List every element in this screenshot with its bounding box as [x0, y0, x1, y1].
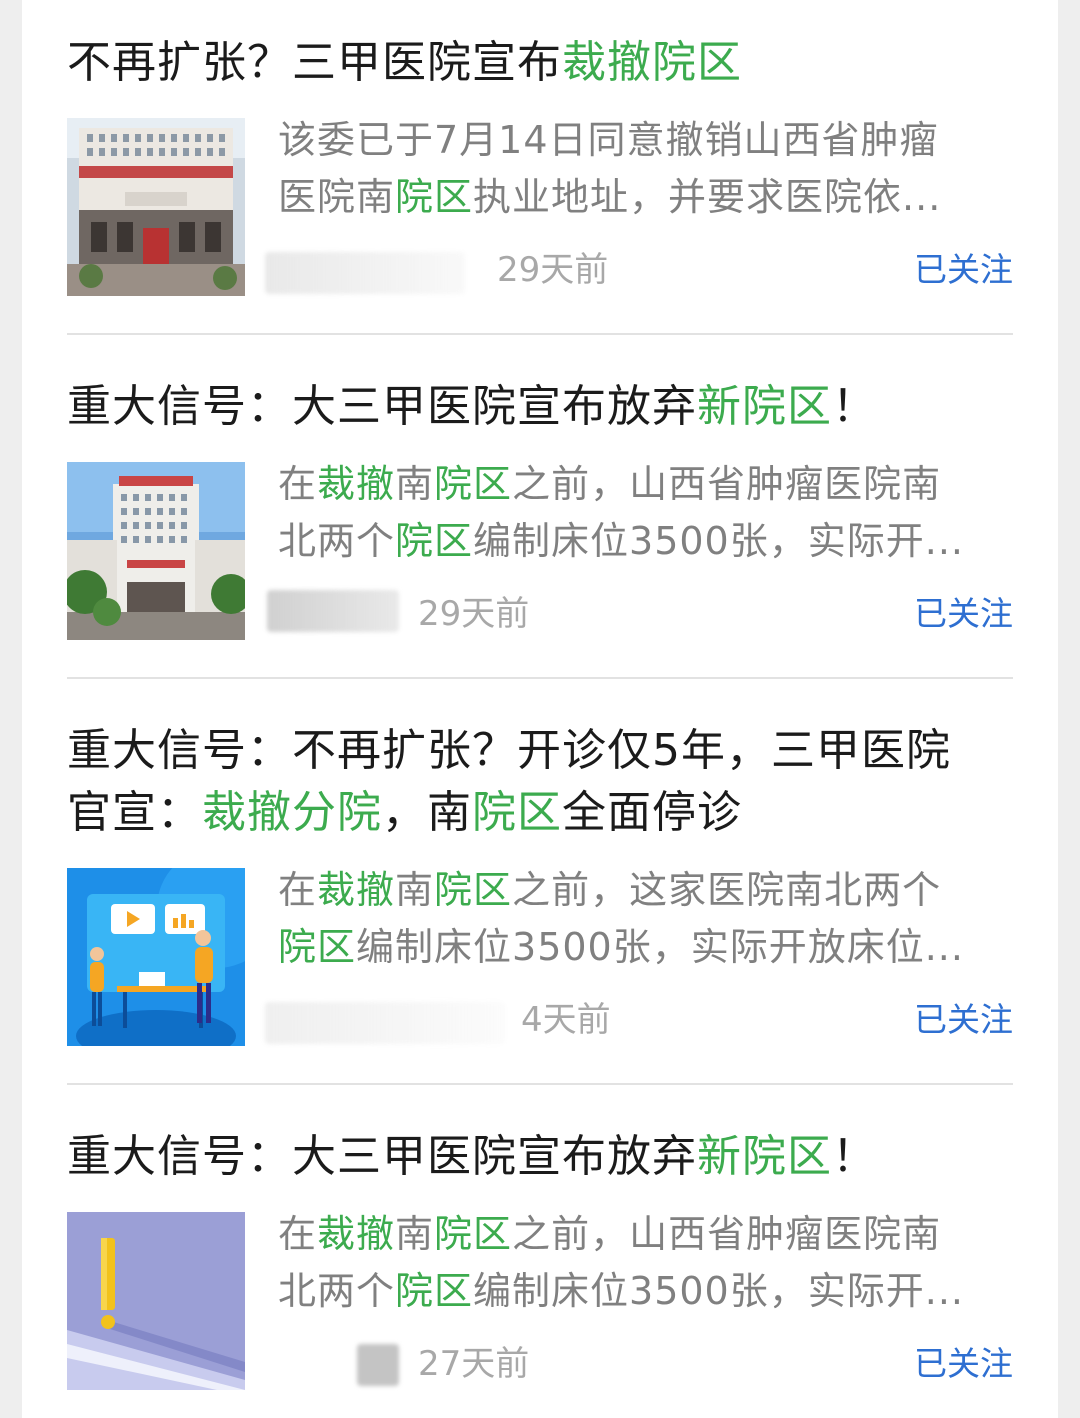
hospital-building-image: [67, 118, 245, 296]
divider: [67, 333, 1013, 335]
summary-line: 院区编制床位3500张，实际开放床位...: [278, 919, 1008, 976]
follow-status-button[interactable]: 已关注: [914, 594, 1013, 634]
summary-text: 南: [395, 462, 435, 506]
summary-keyword: 院区: [395, 175, 474, 219]
summary-text: 编制床位3500张，实际开放床位...: [356, 925, 964, 969]
article-thumbnail[interactable]: [67, 118, 245, 296]
title-text: 官宣：: [67, 787, 202, 838]
exclamation-mark-image: [67, 1212, 245, 1390]
article-title[interactable]: 重大信号：不再扩张？开诊仅5年，三甲医院 官宣：裁撤分院，南院区全面停诊: [67, 720, 1013, 844]
title-line: 官宣：裁撤分院，南院区全面停诊: [67, 782, 1013, 844]
summary-text: 在: [278, 868, 318, 912]
title-keyword: 新院区: [697, 1131, 832, 1182]
title-line: 重大信号：不再扩张？开诊仅5年，三甲医院: [67, 725, 951, 776]
follow-status-button[interactable]: 已关注: [914, 1000, 1013, 1040]
summary-text: 执业地址，并要求医院依...: [473, 175, 942, 219]
summary-text: 在: [278, 1212, 318, 1256]
publish-time: 29天前: [418, 594, 530, 634]
title-text: ，南: [382, 787, 472, 838]
article-summary: 在裁撤南院区之前，山西省肿瘤医院南 北两个院区编制床位3500张，实际开...: [278, 1206, 1008, 1320]
article-thumbnail[interactable]: [67, 868, 245, 1046]
summary-text: 编制床位3500张，实际开...: [473, 1269, 964, 1313]
summary-line: 该委已于7月14日同意撤销山西省肿瘤: [278, 112, 1008, 169]
title-text: ！: [832, 1131, 877, 1182]
divider: [67, 677, 1013, 679]
title-text: 不再扩张？三甲医院宣布: [67, 37, 562, 88]
summary-keyword: 院区: [395, 519, 474, 563]
summary-line: 在裁撤南院区之前，这家医院南北两个: [278, 862, 1008, 919]
source-name-blurred[interactable]: [267, 590, 399, 632]
publish-time: 4天前: [521, 1000, 611, 1040]
title-keyword: 裁撤院区: [562, 37, 742, 88]
publish-time: 27天前: [418, 1344, 530, 1384]
summary-line: 在裁撤南院区之前，山西省肿瘤医院南: [278, 456, 1008, 513]
summary-text: 在: [278, 462, 318, 506]
article-thumbnail[interactable]: [67, 1212, 245, 1390]
source-name-blurred[interactable]: [357, 1344, 399, 1386]
summary-keyword: 裁撤: [317, 462, 396, 506]
summary-text: 医院南: [278, 175, 396, 219]
article-summary: 在裁撤南院区之前，这家医院南北两个 院区编制床位3500张，实际开放床位...: [278, 862, 1008, 976]
article-title[interactable]: 重大信号：大三甲医院宣布放弃新院区！: [67, 376, 1013, 438]
news-feed: 不再扩张？三甲医院宣布裁撤院区 该委已于7月14日同意撤销山西省肿瘤 医院南院区…: [22, 0, 1058, 1418]
summary-text: 南: [395, 868, 435, 912]
divider: [67, 1083, 1013, 1085]
title-text: 重大信号：大三甲医院宣布放弃: [67, 1131, 697, 1182]
article-card[interactable]: 重大信号：大三甲医院宣布放弃新院区！ 在裁撤南院区之前，山西省肿瘤医院南 北两个…: [67, 372, 1013, 642]
summary-line: 医院南院区执业地址，并要求医院依...: [278, 169, 1008, 226]
hospital-building-image: [67, 462, 245, 640]
summary-keyword: 院区: [434, 868, 513, 912]
summary-keyword: 院区: [278, 925, 357, 969]
title-keyword: 裁撤分院: [202, 787, 382, 838]
summary-keyword: 裁撤: [317, 868, 396, 912]
summary-keyword: 院区: [434, 1212, 513, 1256]
summary-text: 南: [395, 1212, 435, 1256]
article-card[interactable]: 重大信号：大三甲医院宣布放弃新院区！ 在裁撤南院区之前，山西省肿瘤医院南 北两个…: [67, 1122, 1013, 1402]
summary-text: 之前，山西省肿瘤医院南: [512, 462, 942, 506]
article-card[interactable]: 重大信号：不再扩张？开诊仅5年，三甲医院 官宣：裁撤分院，南院区全面停诊 在裁撤…: [67, 716, 1013, 1056]
summary-text: 之前，这家医院南北两个: [512, 868, 942, 912]
title-text: 重大信号：大三甲医院宣布放弃: [67, 381, 697, 432]
follow-status-button[interactable]: 已关注: [914, 1344, 1013, 1384]
source-name-blurred[interactable]: [265, 252, 465, 294]
article-card[interactable]: 不再扩张？三甲医院宣布裁撤院区 该委已于7月14日同意撤销山西省肿瘤 医院南院区…: [67, 28, 1013, 298]
summary-text: 北两个: [278, 1269, 396, 1313]
summary-keyword: 院区: [434, 462, 513, 506]
article-title[interactable]: 不再扩张？三甲医院宣布裁撤院区: [67, 32, 1013, 94]
title-keyword: 院区: [472, 787, 562, 838]
summary-line: 在裁撤南院区之前，山西省肿瘤医院南: [278, 1206, 1008, 1263]
summary-text: 编制床位3500张，实际开...: [473, 519, 964, 563]
summary-line: 北两个院区编制床位3500张，实际开...: [278, 513, 1008, 570]
article-summary: 在裁撤南院区之前，山西省肿瘤医院南 北两个院区编制床位3500张，实际开...: [278, 456, 1008, 570]
article-thumbnail[interactable]: [67, 462, 245, 640]
title-keyword: 新院区: [697, 381, 832, 432]
article-title[interactable]: 重大信号：大三甲医院宣布放弃新院区！: [67, 1126, 1013, 1188]
presentation-illustration-image: [67, 868, 245, 1046]
article-summary: 该委已于7月14日同意撤销山西省肿瘤 医院南院区执业地址，并要求医院依...: [278, 112, 1008, 226]
summary-text: 北两个: [278, 519, 396, 563]
source-name-blurred[interactable]: [265, 1002, 505, 1044]
summary-line: 北两个院区编制床位3500张，实际开...: [278, 1263, 1008, 1320]
title-text: 全面停诊: [562, 787, 742, 838]
title-text: ！: [832, 381, 877, 432]
publish-time: 29天前: [497, 250, 609, 290]
summary-text: 该委已于7月14日同意撤销山西省肿瘤: [278, 118, 939, 162]
summary-keyword: 裁撤: [317, 1212, 396, 1256]
summary-text: 之前，山西省肿瘤医院南: [512, 1212, 942, 1256]
follow-status-button[interactable]: 已关注: [914, 250, 1013, 290]
summary-keyword: 院区: [395, 1269, 474, 1313]
